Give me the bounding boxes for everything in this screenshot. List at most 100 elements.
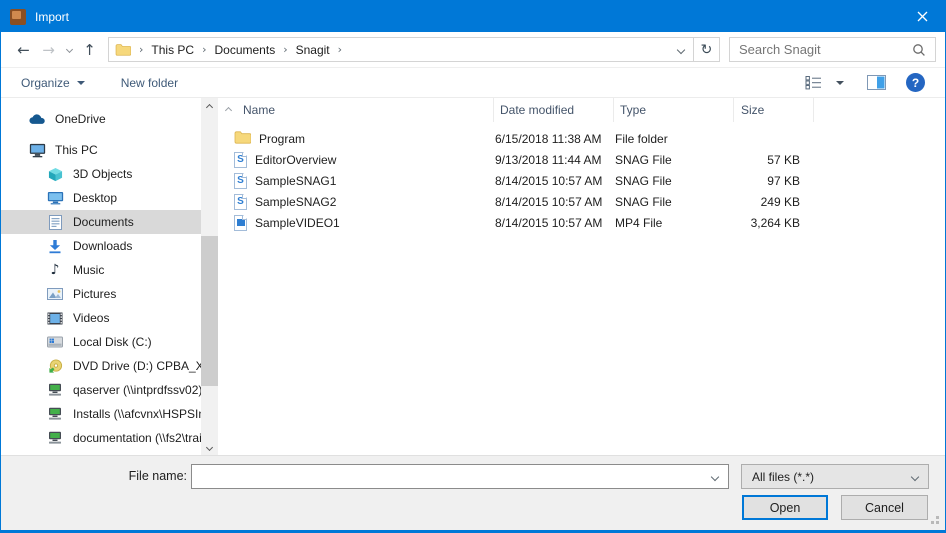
file-name: SampleSNAG2 (255, 195, 336, 209)
back-button[interactable]: ← (11, 37, 36, 62)
refresh-button[interactable]: ↻ (693, 38, 719, 61)
breadcrumb-item-this-pc[interactable]: This PC (151, 43, 194, 57)
sidebar-item-documents[interactable]: Documents (1, 210, 201, 234)
column-header-size[interactable]: Size (734, 98, 814, 122)
sidebar-gap (1, 131, 201, 138)
folder-icon (234, 130, 251, 147)
up-button[interactable]: ↑ (77, 37, 102, 62)
file-name-dropdown-button[interactable] (702, 465, 728, 488)
sidebar-item-label: DVD Drive (D:) CPBA_X64FF (73, 359, 201, 373)
main-area: OneDrive This PC 3D Objects Desktop Docu… (1, 98, 945, 457)
column-header-date-modified[interactable]: Date modified (494, 98, 614, 122)
search-input[interactable] (739, 42, 912, 57)
sidebar-item-pictures[interactable]: Pictures (1, 282, 201, 306)
help-button[interactable]: ? (899, 73, 932, 92)
column-header-type[interactable]: Type (614, 98, 734, 122)
open-label: Open (770, 501, 801, 515)
file-date: 8/14/2015 10:57 AM (489, 216, 609, 230)
close-button[interactable] (899, 1, 945, 32)
recent-locations-button[interactable] (61, 37, 77, 62)
scroll-up-button[interactable] (201, 100, 218, 115)
navigation-bar: ← → ↑ › This PC › Documents › Snagit › ↻ (1, 32, 945, 67)
file-type-dropdown-button[interactable] (902, 465, 928, 488)
sidebar-item-label: Downloads (73, 239, 132, 253)
network-drive-icon (46, 431, 64, 445)
snag-letter: S (237, 155, 244, 165)
cancel-button[interactable]: Cancel (841, 495, 928, 520)
column-label: Type (620, 103, 646, 117)
sidebar-item-label: Installs (\\afcvnx\HSPSInsta (73, 407, 201, 421)
snag-file-icon: S (234, 173, 247, 189)
preview-pane-button[interactable] (860, 75, 893, 90)
help-glyph: ? (912, 76, 919, 90)
chevron-down-icon (206, 444, 213, 451)
snag-file-icon: S (234, 194, 247, 210)
cube-icon (46, 167, 64, 182)
sidebar-item-desktop[interactable]: Desktop (1, 186, 201, 210)
file-name: SampleVIDEO1 (255, 216, 340, 230)
sidebar-item-music[interactable]: ♪ Music (1, 258, 201, 282)
file-name: EditorOverview (255, 153, 336, 167)
hard-disk-icon (46, 336, 64, 348)
file-row-samplevideo1[interactable]: SampleVIDEO1 8/14/2015 10:57 AM MP4 File… (226, 212, 945, 233)
sidebar-item-label: Local Disk (C:) (73, 335, 152, 349)
close-icon (917, 11, 928, 22)
sidebar-item-installs[interactable]: Installs (\\afcvnx\HSPSInsta (1, 402, 201, 426)
address-dropdown-button[interactable] (669, 38, 693, 61)
sidebar-item-3d-objects[interactable]: 3D Objects (1, 162, 201, 186)
command-toolbar: Organize New folder ? (1, 67, 945, 98)
desktop-icon (46, 191, 64, 205)
sidebar-item-qaserver[interactable]: qaserver (\\intprdfssv02) (C (1, 378, 201, 402)
new-folder-label: New folder (121, 76, 178, 90)
breadcrumb-separator-icon: › (131, 43, 151, 56)
sidebar-item-this-pc[interactable]: This PC (1, 138, 201, 162)
resize-grip[interactable] (936, 521, 939, 524)
scrollbar-thumb[interactable] (201, 236, 218, 386)
sidebar-item-downloads[interactable]: Downloads (1, 234, 201, 258)
scroll-down-button[interactable] (201, 440, 218, 455)
column-label: Date modified (500, 103, 574, 117)
sidebar-item-dvd-drive[interactable]: DVD Drive (D:) CPBA_X64FF (1, 354, 201, 378)
help-icon: ? (906, 73, 925, 92)
file-type: SNAG File (609, 195, 729, 209)
film-icon (46, 312, 64, 325)
sidebar-item-documentation[interactable]: documentation (\\fs2\train (1, 426, 201, 450)
chevron-down-icon (65, 46, 72, 53)
snag-file-icon: S (234, 152, 247, 168)
forward-button[interactable]: → (36, 37, 61, 62)
sidebar-item-label: Pictures (73, 287, 116, 301)
file-name: SampleSNAG1 (255, 174, 336, 188)
organize-label: Organize (21, 76, 70, 90)
network-drive-icon (46, 383, 64, 397)
file-type-select[interactable]: All files (*.*) (741, 464, 929, 489)
up-icon: ↑ (83, 41, 96, 59)
view-options-dropdown[interactable] (829, 81, 851, 85)
sidebar-item-videos[interactable]: Videos (1, 306, 201, 330)
file-name-input[interactable] (192, 465, 702, 488)
breadcrumb-item-documents[interactable]: Documents (215, 43, 276, 57)
file-row-samplesnag1[interactable]: S SampleSNAG1 8/14/2015 10:57 AM SNAG Fi… (226, 170, 945, 191)
sidebar-item-label: 3D Objects (73, 167, 132, 181)
file-date: 6/15/2018 11:38 AM (489, 132, 609, 146)
file-name-label: File name: (1, 469, 187, 483)
file-row-editoroverview[interactable]: S EditorOverview 9/13/2018 11:44 AM SNAG… (226, 149, 945, 170)
address-bar[interactable]: › This PC › Documents › Snagit › ↻ (108, 37, 720, 62)
back-icon: ← (17, 41, 30, 59)
breadcrumb-item-snagit[interactable]: Snagit (296, 43, 330, 57)
open-button[interactable]: Open (742, 495, 828, 520)
video-glyph (237, 219, 245, 226)
file-row-program[interactable]: Program 6/15/2018 11:38 AM File folder (226, 128, 945, 149)
file-type: SNAG File (609, 174, 729, 188)
column-header-name[interactable]: Name (231, 98, 494, 122)
breadcrumb-separator-icon: › (194, 43, 214, 56)
sidebar-item-onedrive[interactable]: OneDrive (1, 107, 201, 131)
folder-icon (115, 43, 131, 56)
change-view-button[interactable] (798, 75, 829, 90)
file-row-samplesnag2[interactable]: S SampleSNAG2 8/14/2015 10:57 AM SNAG Fi… (226, 191, 945, 212)
breadcrumb-separator-icon: › (275, 43, 295, 56)
sidebar-scrollbar[interactable] (201, 98, 218, 457)
new-folder-button[interactable]: New folder (112, 68, 187, 97)
sidebar-item-local-disk[interactable]: Local Disk (C:) (1, 330, 201, 354)
organize-button[interactable]: Organize (12, 68, 94, 97)
column-label: Size (741, 103, 764, 117)
